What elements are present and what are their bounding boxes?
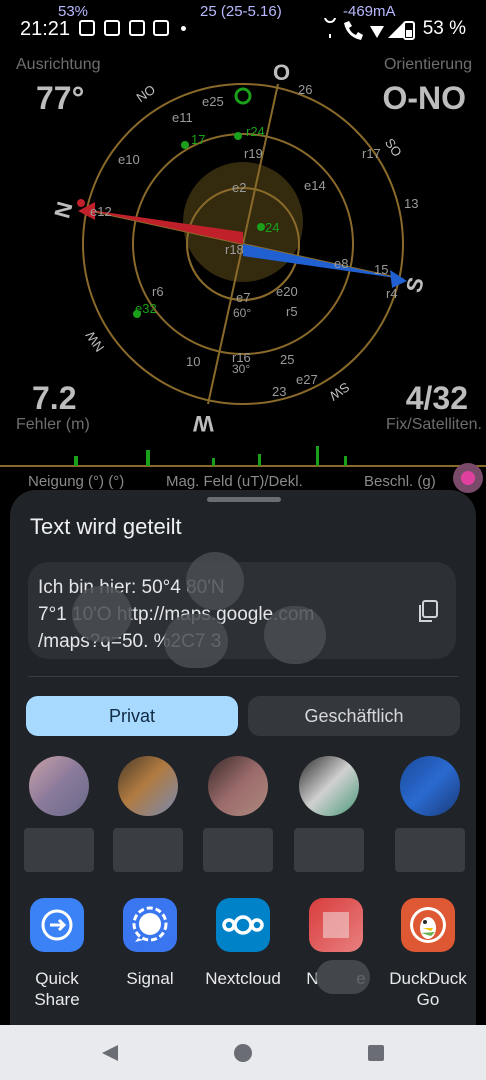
satellite-label: e8 — [334, 256, 349, 271]
share-sheet: Text wird geteilt Ich bin hier: 50°4 80'… — [10, 490, 476, 1030]
tilt-label: Neigung (°) (°) — [28, 473, 125, 490]
battery-icon — [403, 21, 415, 40]
status-bar: 21:21 53% 25 (25-5.16) -469mA 53 % — [0, 0, 486, 44]
duckduckgo-label: DuckDuck Go — [389, 969, 467, 1009]
direct-share-contact[interactable] — [29, 756, 89, 816]
gps-status-view: Ausrichtung 77° Orientierung O-NO 7.2 Fe… — [0, 44, 486, 493]
signal-strength-icon — [388, 22, 404, 38]
quick-share-label: Quick Share — [34, 969, 80, 1009]
back-icon[interactable] — [100, 1043, 120, 1063]
satellite-label: 30° — [232, 362, 251, 376]
satellite-label: 26 — [298, 82, 313, 97]
drag-handle[interactable] — [207, 497, 281, 502]
quick-share-app[interactable] — [30, 898, 84, 952]
satellite-label: e10 — [118, 152, 140, 167]
direct-share-contact-name — [294, 828, 364, 872]
satellite-label: e25 — [202, 94, 224, 109]
compass-o: O — [273, 60, 291, 85]
battery-percent: 53 % — [422, 18, 466, 39]
system-icons — [324, 18, 404, 40]
direct-share-contact-name — [113, 828, 183, 872]
magnetic-field-label: Mag. Feld (uT)/Dekl. — [166, 473, 303, 490]
direct-share-contact-name — [24, 828, 94, 872]
direct-share-contact-name — [395, 828, 465, 872]
location-icon — [324, 18, 336, 38]
satellite-label: 23 — [272, 384, 287, 399]
compass-skyplot — [77, 83, 407, 405]
nextcloud-app[interactable] — [216, 898, 270, 952]
tab-private[interactable]: Privat — [26, 696, 238, 736]
satellite-label: e11 — [172, 110, 193, 125]
divider — [28, 676, 458, 677]
duckduckgo-app[interactable] — [401, 898, 455, 952]
signal-icon — [132, 906, 168, 942]
satellite-label: e27 — [296, 372, 318, 387]
home-icon[interactable] — [232, 1042, 254, 1064]
status-time: 21:21 — [20, 18, 71, 40]
fix-marker — [234, 87, 252, 105]
satellite-label: 60° — [233, 306, 252, 320]
satellite-label: r4 — [386, 286, 398, 301]
call-icon — [344, 21, 363, 40]
satellite-label: e7 — [236, 290, 251, 305]
calendar-date-icon — [153, 20, 169, 36]
direct-share-contact[interactable] — [208, 756, 268, 816]
satellite-label: 24 — [265, 220, 280, 235]
satellite-label: r18 — [225, 242, 244, 257]
copy-icon[interactable] — [418, 600, 438, 622]
wifi-icon — [370, 26, 384, 38]
satellite-label: e12 — [90, 204, 112, 219]
satellite-label: 13 — [404, 196, 419, 211]
navigation-bar — [0, 1025, 486, 1080]
satellite-label: 15 — [374, 262, 389, 277]
satellite-label: r5 — [286, 304, 298, 319]
more-notifications-icon — [181, 26, 186, 31]
direct-share-contact[interactable] — [400, 756, 460, 816]
recents-icon[interactable] — [366, 1043, 386, 1063]
direct-share-contact-name — [203, 828, 273, 872]
satellite-label: r17 — [362, 146, 381, 161]
signal-label: Signal — [126, 969, 174, 988]
satellite-label: e2 — [232, 180, 247, 195]
duckduckgo-icon — [410, 907, 446, 943]
signal-app[interactable] — [123, 898, 177, 952]
satellite-label: e32 — [135, 301, 157, 316]
satellite-label: e14 — [304, 178, 326, 193]
satellite-label: 25 — [280, 352, 295, 367]
redaction-blur — [72, 586, 132, 642]
overlay-percent: 53% — [58, 3, 89, 20]
calendar-icon — [104, 20, 120, 36]
nextcloud-label: Nextcloud — [205, 969, 281, 988]
message-icon — [79, 20, 95, 36]
acceleration-label: Beschl. (g) — [364, 473, 436, 490]
direct-share-contact[interactable] — [299, 756, 359, 816]
app-notification-icon — [129, 20, 145, 36]
blurred-app[interactable] — [309, 898, 363, 952]
app-icon-blurred — [323, 912, 349, 938]
satellite-label: r19 — [244, 146, 263, 161]
share-sheet-title: Text wird geteilt — [30, 514, 182, 539]
nextcloud-icon — [222, 915, 264, 935]
redaction-blur — [164, 614, 228, 668]
redaction-blur — [264, 606, 326, 664]
tab-work[interactable]: Geschäftlich — [248, 696, 460, 736]
redaction-blur — [186, 552, 244, 610]
floating-bubble[interactable] — [453, 463, 483, 493]
satellite-label: 17 — [191, 132, 206, 147]
satellite-label: 10 — [186, 354, 201, 369]
compass-w: W — [193, 411, 214, 436]
satellite-label: e20 — [276, 284, 298, 299]
direct-share-contact[interactable] — [118, 756, 178, 816]
overlay-fix: 25 (25-5.16) — [200, 3, 282, 20]
satellite-label: r24 — [246, 124, 265, 139]
redaction-blur — [316, 960, 370, 994]
satellite-label: r6 — [152, 284, 164, 299]
quick-share-icon — [41, 909, 73, 941]
shared-text-preview: Ich bin hier: 50°4 80'N 7°1 10'O http://… — [28, 552, 456, 668]
